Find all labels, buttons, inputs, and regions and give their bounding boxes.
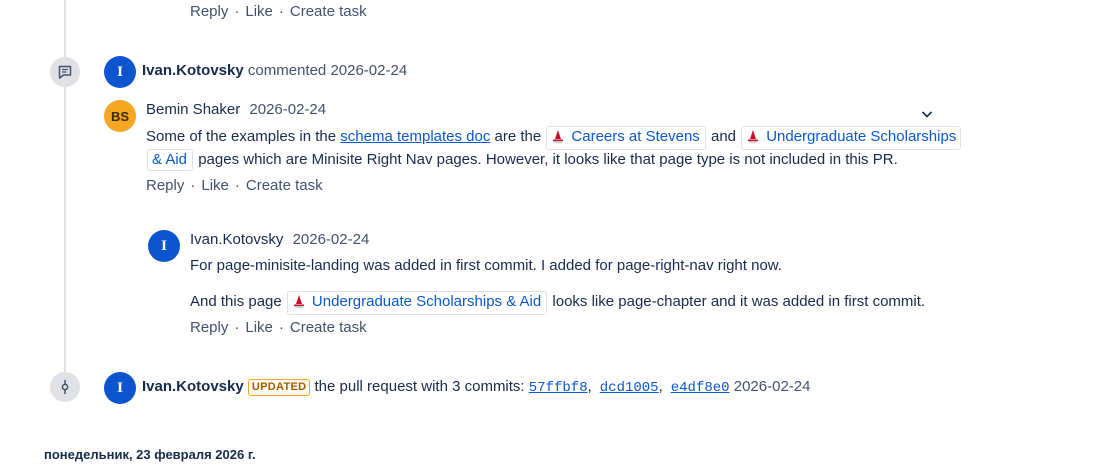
author-name[interactable]: Ivan.Kotovsky xyxy=(142,62,244,79)
author-name[interactable]: Ivan.Kotovsky xyxy=(142,378,244,395)
comment-event-header: Ivan.Kotovsky commented 2026-02-24 xyxy=(142,61,407,81)
chevron-down-icon[interactable] xyxy=(920,107,934,125)
like-button[interactable]: Like xyxy=(245,3,273,20)
schema-templates-doc-link[interactable]: schema templates doc xyxy=(340,128,490,145)
comment-body-line-2: & Aid pages which are Minisite Right Nav… xyxy=(146,149,898,171)
page-link-chip[interactable]: Careers at Stevens xyxy=(546,126,706,150)
stevens-logo-icon xyxy=(551,129,565,149)
avatar[interactable]: I xyxy=(148,230,180,262)
comment-text: are the xyxy=(494,128,542,145)
previous-comment-actions: Reply · Like · Create task xyxy=(190,3,367,20)
page-link-label: Careers at Stevens xyxy=(571,128,700,145)
page-link-label: Undergraduate Scholarships & Aid xyxy=(311,293,542,310)
author-name[interactable]: Bemin Shaker xyxy=(146,101,240,118)
commit-link[interactable]: 57ffbf8 xyxy=(529,380,588,396)
stevens-logo-icon xyxy=(292,294,306,314)
create-task-button[interactable]: Create task xyxy=(290,319,367,336)
commit-link[interactable]: dcd1005 xyxy=(600,380,659,396)
event-action: commented xyxy=(247,62,327,79)
event-text: the pull request with 3 commits: xyxy=(314,378,525,395)
create-task-button[interactable]: Create task xyxy=(246,177,323,194)
event-date: 2026-02-24 xyxy=(733,378,811,395)
like-button[interactable]: Like xyxy=(245,319,273,336)
comment-icon xyxy=(50,57,80,87)
day-separator-header: понедельник, 23 февраля 2026 г. xyxy=(44,447,256,462)
create-task-button[interactable]: Create task xyxy=(290,3,367,20)
reply-header: Ivan.Kotovsky 2026-02-24 xyxy=(190,230,369,250)
commit-link[interactable]: e4df8e0 xyxy=(671,380,730,396)
avatar[interactable]: I xyxy=(104,372,136,404)
event-date: 2026-02-24 xyxy=(330,62,408,79)
reply-button[interactable]: Reply xyxy=(146,177,184,194)
reply-actions: Reply · Like · Create task xyxy=(190,319,367,336)
comment-text: pages which are Minisite Right Nav pages… xyxy=(198,151,898,168)
reply-text: looks like page-chapter and it was added… xyxy=(552,293,926,310)
comment-text: Some of the examples in the xyxy=(146,128,337,145)
update-event-header: Ivan.Kotovsky UPDATED the pull request w… xyxy=(142,378,811,396)
reply-paragraph-1: For page-minisite-landing was added in f… xyxy=(190,257,782,274)
comment-header: Bemin Shaker 2026-02-24 xyxy=(146,100,326,120)
stevens-logo-icon xyxy=(746,129,760,149)
commit-icon xyxy=(50,372,80,402)
page-link-chip[interactable]: Undergraduate Scholarships xyxy=(741,126,962,150)
comment-date: 2026-02-24 xyxy=(249,101,327,118)
updated-badge: UPDATED xyxy=(247,379,311,396)
reply-paragraph-2: And this page Undergraduate Scholarships… xyxy=(190,291,925,315)
comment-body-line-1: Some of the examples in the schema templ… xyxy=(146,126,962,150)
avatar[interactable]: BS xyxy=(104,100,136,132)
page-link-chip-continued[interactable]: & Aid xyxy=(147,149,194,171)
reply-button[interactable]: Reply xyxy=(190,3,228,20)
author-name[interactable]: Ivan.Kotovsky xyxy=(190,231,283,248)
page-link-chip[interactable]: Undergraduate Scholarships & Aid xyxy=(286,291,548,315)
like-button[interactable]: Like xyxy=(201,177,229,194)
page-link-label: Undergraduate Scholarships xyxy=(766,128,957,145)
comment-text: and xyxy=(710,128,737,145)
avatar[interactable]: I xyxy=(104,56,136,88)
reply-button[interactable]: Reply xyxy=(190,319,228,336)
reply-text: And this page xyxy=(190,293,282,310)
reply-date: 2026-02-24 xyxy=(292,231,370,248)
comment-actions: Reply · Like · Create task xyxy=(146,177,323,194)
